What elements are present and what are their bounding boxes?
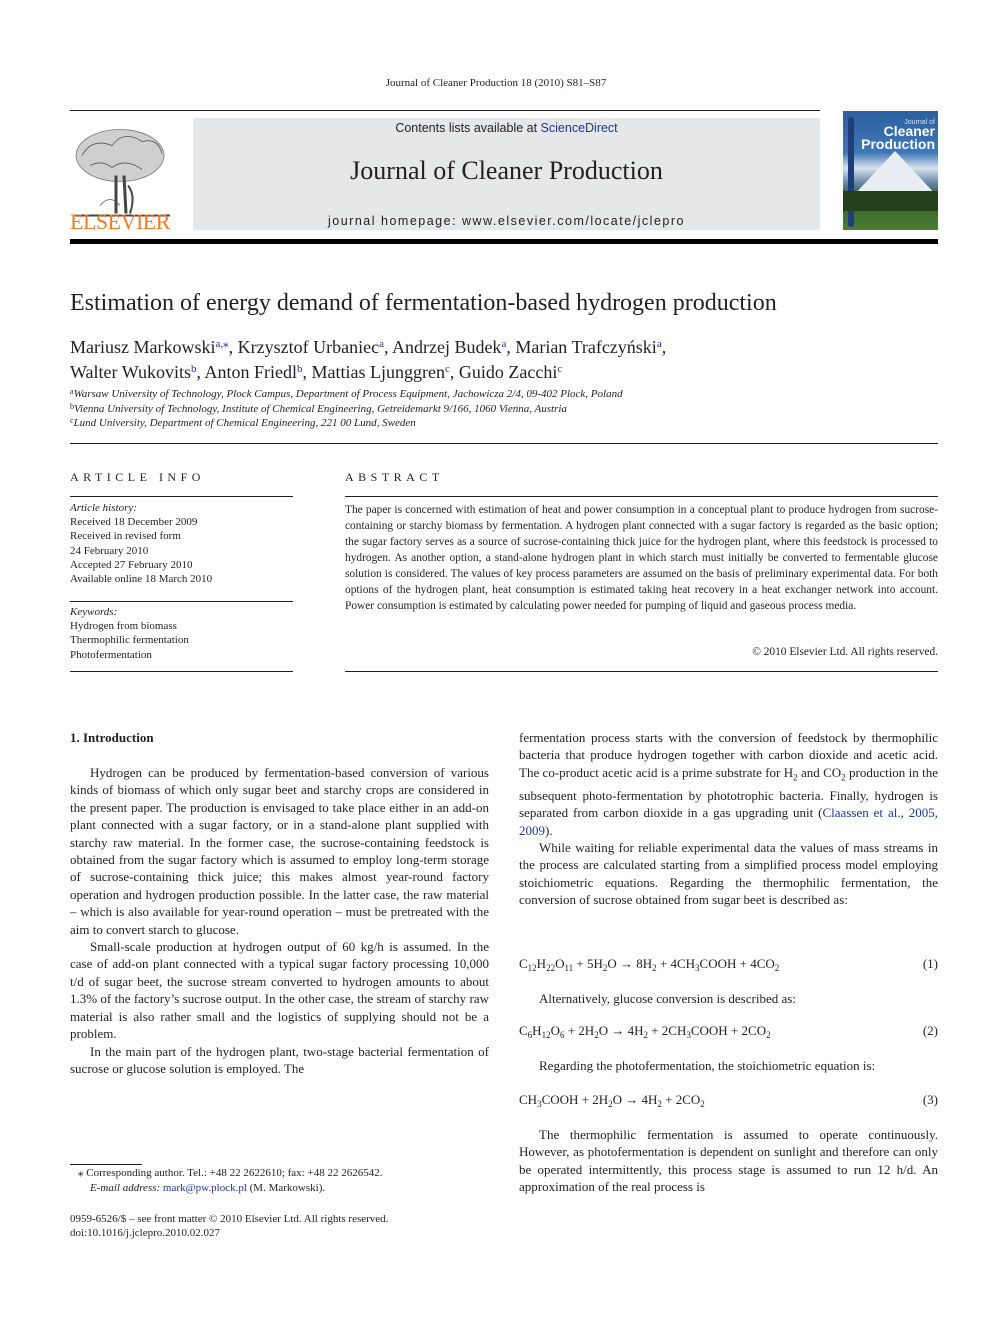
running-head: Journal of Cleaner Production 18 (2010) … <box>385 77 607 89</box>
history-item: Accepted 27 February 2010 <box>70 558 193 571</box>
keywords: Keywords: Hydrogen from biomass Thermoph… <box>70 605 189 662</box>
author: Walter Wukovitsb, <box>70 362 205 382</box>
header-bottom-rule <box>70 239 938 244</box>
history-item: Available online 18 March 2010 <box>70 573 213 586</box>
paragraph: In the main part of the hydrogen plant, … <box>70 1043 489 1076</box>
history-item: Received in revised form <box>70 530 181 543</box>
author: Mariusz Markowskia,⁎, <box>70 337 238 357</box>
body-left-column: Hydrogen can be produced by fermentation… <box>70 764 489 1077</box>
contents-line: Contents lists available at ScienceDirec… <box>193 121 820 135</box>
author-list: Mariusz Markowskia,⁎, Krzysztof Urbaniec… <box>70 333 666 383</box>
issn-line: 0959-6526/$ – see front matter © 2010 El… <box>70 1213 389 1225</box>
equation-number: (3) <box>922 1092 938 1107</box>
author: Krzysztof Urbanieca, <box>237 337 392 357</box>
journal-banner: Contents lists available at ScienceDirec… <box>193 118 820 230</box>
author-line-1: Mariusz Markowskia,⁎, Krzysztof Urbaniec… <box>70 333 666 358</box>
abstract-text: The paper is concerned with estimation o… <box>345 504 938 612</box>
body-right-column-continued: The thermophilic fermentation is assumed… <box>519 1126 938 1196</box>
doi-line[interactable]: doi:10.1016/j.jclepro.2010.02.027 <box>70 1226 220 1241</box>
keyword: Thermophilic fermentation <box>70 634 189 647</box>
equation-2-body: C6H12O6 + 2H2O → 4H2 + 2CH3COOH + 2CO2 <box>519 1023 771 1040</box>
article-history: Article history: Received 18 December 20… <box>70 501 212 586</box>
paragraph: Hydrogen can be produced by fermentation… <box>70 765 489 937</box>
cover-trees <box>843 191 938 211</box>
cover-line-3: Production <box>861 136 935 152</box>
footnote-rule <box>70 1164 142 1165</box>
article-history-label: Article history: <box>70 502 137 514</box>
affiliations-rule <box>70 443 938 444</box>
equation-number: (2) <box>922 1023 938 1038</box>
author-affiliation-mark[interactable]: c <box>557 363 562 375</box>
text-between-eq: Regarding the photofermentation, the sto… <box>519 1057 938 1074</box>
affiliation-b: bVienna University of Technology, Instit… <box>70 402 567 415</box>
publisher-wordmark: ELSEVIER <box>70 209 170 234</box>
author-affiliation-mark[interactable]: a,⁎ <box>215 338 228 350</box>
email-footnote: E-mail address: mark@pw.plock.pl (M. Mar… <box>90 1182 326 1194</box>
journal-homepage[interactable]: journal homepage: www.elsevier.com/locat… <box>193 214 820 228</box>
text-between-eq: Alternatively, glucose conversion is des… <box>519 990 938 1007</box>
cover-title: Cleaner Production <box>861 124 935 152</box>
history-item: 24 February 2010 <box>70 544 149 557</box>
contents-prefix: Contents lists available at <box>395 121 541 135</box>
article-title: Estimation of energy demand of fermentat… <box>70 290 777 316</box>
affiliation-a: aWarsaw University of Technology, Plock … <box>70 387 623 400</box>
article-info-rule <box>70 496 293 497</box>
paragraph: The thermophilic fermentation is assumed… <box>519 1127 938 1195</box>
author: Anton Friedlb, <box>204 362 312 382</box>
author-line-2: Walter Wukovitsb, Anton Friedlb, Mattias… <box>70 358 666 383</box>
abstract-heading: ABSTRACT <box>345 470 444 484</box>
equation-1-body: C12H22O11 + 5H2O → 8H2 + 4CH3COOH + 4CO2 <box>519 956 780 973</box>
article-info-heading: ARTICLE INFO <box>70 470 205 484</box>
paragraph: fermentation process starts with the con… <box>519 730 938 838</box>
keyword: Photofermentation <box>70 648 152 661</box>
author: Mattias Ljunggrenc, <box>311 362 459 382</box>
author: Guido Zacchic <box>458 362 563 382</box>
author: Andrzej Budeka, <box>391 337 516 357</box>
keywords-label: Keywords: <box>70 606 118 618</box>
section-heading-introduction: 1. Introduction <box>70 730 154 745</box>
corresponding-author-footnote: ⁎ Corresponding author. Tel.: +48 22 262… <box>78 1167 383 1179</box>
paragraph: While waiting for reliable experimental … <box>519 840 938 908</box>
sciencedirect-link[interactable]: ScienceDirect <box>541 121 618 135</box>
keywords-rule <box>70 601 293 602</box>
paragraph: Small-scale production at hydrogen outpu… <box>70 939 489 1042</box>
journal-cover-image: Journal of Cleaner Production <box>843 111 938 230</box>
author: Marian Trafczyńskia, <box>515 337 667 357</box>
equation-1: C12H22O11 + 5H2O → 8H2 + 4CH3COOH + 4CO2… <box>519 956 938 973</box>
paragraph: Alternatively, glucose conversion is des… <box>539 991 796 1006</box>
keyword: Hydrogen from biomass <box>70 620 177 633</box>
abstract-copyright: © 2010 Elsevier Ltd. All rights reserved… <box>752 646 938 658</box>
abstract-bottom-rule <box>345 671 938 672</box>
email-link[interactable]: mark@pw.plock.pl <box>163 1182 247 1194</box>
paragraph: Regarding the photofermentation, the sto… <box>539 1058 876 1073</box>
abstract-rule <box>345 496 938 497</box>
equation-2: C6H12O6 + 2H2O → 4H2 + 2CH3COOH + 2CO2 (… <box>519 1023 938 1040</box>
journal-title: Journal of Cleaner Production <box>350 156 663 185</box>
equation-3-body: CH3COOH + 2H2O → 4H2 + 2CO2 <box>519 1092 705 1109</box>
equation-number: (1) <box>922 956 938 971</box>
cover-mountain <box>853 151 937 196</box>
affiliation-c: cLund University, Department of Chemical… <box>70 416 416 429</box>
equation-3: CH3COOH + 2H2O → 4H2 + 2CO2 (3) <box>519 1092 938 1109</box>
header-top-rule <box>70 110 820 111</box>
article-info-bottom-rule <box>70 671 293 672</box>
history-item: Received 18 December 2009 <box>70 516 198 529</box>
body-right-column: fermentation process starts with the con… <box>519 729 938 909</box>
